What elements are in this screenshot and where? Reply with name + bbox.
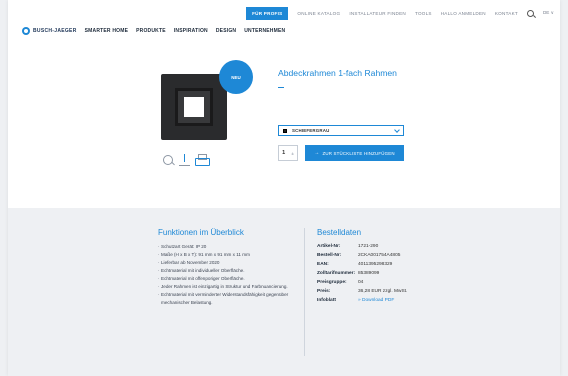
table-row: Preisgruppe: 04	[317, 278, 418, 287]
topbar-link-installateur[interactable]: INSTALLATEUR FINDEN	[349, 11, 406, 16]
topbar-link-katalog[interactable]: ONLINE KATALOG	[297, 11, 340, 16]
table-row: Infoblatt » Download PDF	[317, 296, 418, 305]
main-nav: BUSCH-JAEGER SMARTER HOME PRODUKTE INSPI…	[22, 27, 285, 35]
order-key: Bestell-Nr:	[317, 253, 342, 258]
nav-item-smarter-home[interactable]: SMARTER HOME	[85, 28, 129, 34]
chevron-down-icon	[394, 126, 400, 133]
order-key: EAN:	[317, 262, 329, 267]
color-select-value: SCHIEFERGRAU	[292, 128, 330, 133]
section-divider	[304, 228, 305, 356]
new-badge: NEU	[219, 60, 253, 94]
order-value: 85389099	[358, 271, 380, 276]
table-row: EAN: 4011395298329	[317, 260, 418, 269]
feature-item: Schutzart Gerät: IP 20	[158, 243, 295, 251]
zoom-icon[interactable]	[163, 154, 174, 166]
download-pdf-link[interactable]: » Download PDF	[358, 296, 418, 305]
topbar-link-tools[interactable]: TOOLS	[415, 11, 432, 16]
color-swatch	[283, 128, 287, 133]
features-list: Schutzart Gerät: IP 20 Maße (H x B x T):…	[158, 243, 295, 307]
feature-item: Echtmaterial mit offenporiger Oberfläche…	[158, 275, 295, 283]
product-title: Abdeckrahmen 1-fach Rahmen	[278, 68, 397, 78]
order-value: 2CKA001754A4805	[358, 253, 401, 258]
order-value: 04	[358, 280, 364, 285]
feature-item: Echtmaterial mit verminderter Widerstand…	[158, 291, 295, 307]
order-value: 4011395298329	[358, 262, 393, 267]
brand-name: BUSCH-JAEGER	[33, 28, 77, 34]
order-data-title: Bestelldaten	[317, 228, 362, 237]
quantity-value[interactable]: 1	[282, 150, 285, 156]
order-data-table: Artikel-Nr: 1721-290 Bestell-Nr: 2CKA00175…	[317, 242, 418, 305]
title-divider	[278, 87, 284, 88]
topbar-link-kontakt[interactable]: KONTAKT	[495, 11, 518, 16]
order-key: Zolltarifnummer:	[317, 271, 356, 276]
topbar-link-profis[interactable]: FÜR PROFIS	[246, 6, 289, 20]
feature-item: Echtmaterial mit individueller Oberfläch…	[158, 267, 295, 275]
search-icon[interactable]	[526, 9, 534, 17]
utility-bar: FÜR PROFIS ONLINE KATALOG INSTALLATEUR F…	[246, 6, 554, 20]
nav-item-inspiration[interactable]: INSPIRATION	[174, 28, 208, 34]
product-frame	[175, 88, 213, 126]
table-row: Preis: 36,28 EUR zzgl. MwSt.	[317, 287, 418, 296]
nav-item-produkte[interactable]: PRODUKTE	[136, 28, 166, 34]
brand-logo[interactable]: BUSCH-JAEGER	[22, 27, 77, 35]
table-row: Zolltarifnummer: 85389099	[317, 269, 418, 278]
product-image[interactable]	[161, 74, 227, 140]
download-icon[interactable]	[179, 154, 190, 166]
language-select[interactable]: DE ∨	[543, 10, 554, 16]
color-select[interactable]: SCHIEFERGRAU	[278, 125, 404, 136]
add-to-list-button[interactable]: → ZUR STÜCKLISTE HINZUFÜGEN	[305, 145, 404, 161]
feature-item: Jeder Rahmen ist einzigartig in Struktur…	[158, 283, 295, 291]
order-key: Infoblatt	[317, 298, 336, 303]
info-section: Funktionen im Überblick Schutzart Gerät:…	[8, 208, 560, 376]
product-tools	[163, 154, 210, 166]
order-key: Preis:	[317, 289, 331, 294]
table-row: Bestell-Nr: 2CKA001754A4805	[317, 251, 418, 260]
order-value: 36,28 EUR zzgl. MwSt.	[358, 289, 408, 294]
add-to-list-label: ZUR STÜCKLISTE HINZUFÜGEN	[322, 150, 395, 156]
print-icon[interactable]	[195, 154, 210, 166]
nav-item-design[interactable]: DESIGN	[216, 28, 236, 34]
feature-item: Maße (H x B x T): 91 mm x 91 mm x 11 mm	[158, 251, 295, 259]
order-value: 1721-290	[358, 244, 379, 249]
quantity-step-icon[interactable]: ±	[291, 151, 293, 156]
topbar-link-login[interactable]: HALLO ANMELDEN	[441, 11, 486, 16]
order-key: Artikel-Nr:	[317, 244, 341, 249]
logo-icon	[22, 27, 30, 35]
page: FÜR PROFIS ONLINE KATALOG INSTALLATEUR F…	[8, 0, 560, 376]
features-title: Funktionen im Überblick	[158, 228, 244, 237]
arrow-right-icon: →	[314, 150, 320, 156]
table-row: Artikel-Nr: 1721-290	[317, 242, 418, 251]
quantity-stepper[interactable]: 1 ±	[278, 145, 298, 161]
feature-item: Lieferbar ab November 2020	[158, 259, 295, 267]
nav-item-unternehmen[interactable]: UNTERNEHMEN	[244, 28, 285, 34]
order-key: Preisgruppe:	[317, 280, 347, 285]
